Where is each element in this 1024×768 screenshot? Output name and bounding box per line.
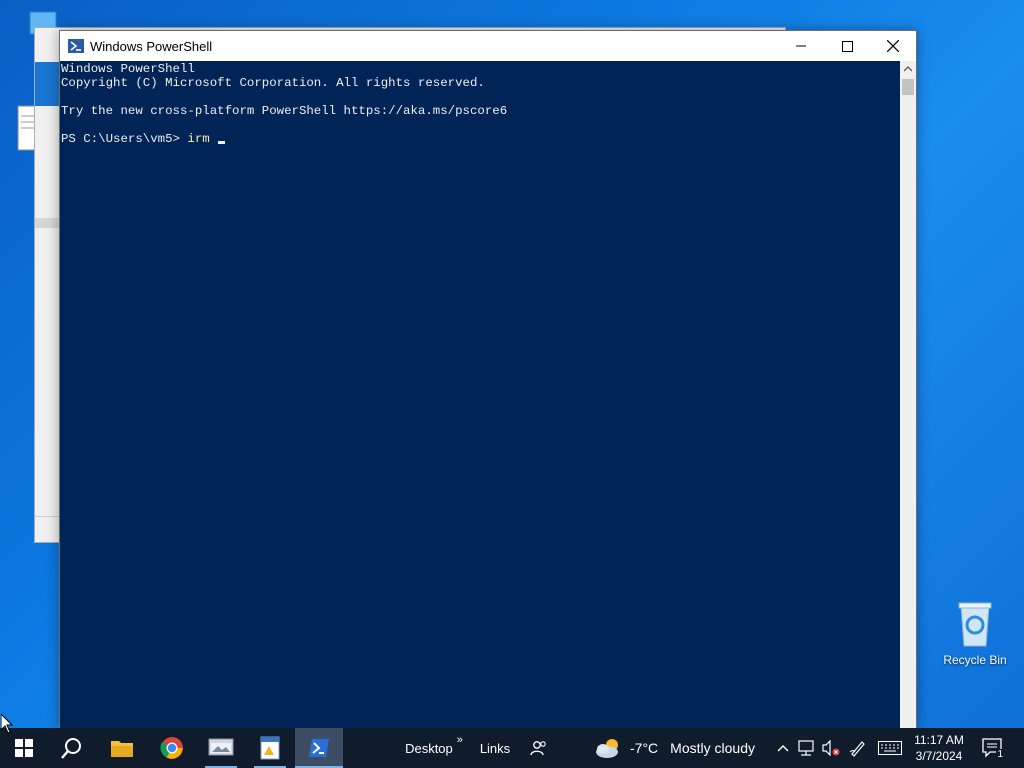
keyboard-icon <box>878 741 902 755</box>
wordpad-icon <box>260 736 280 760</box>
volume-button[interactable] <box>820 728 842 768</box>
action-center-button[interactable]: 1 <box>978 728 1008 768</box>
links-toolbar[interactable]: Links <box>476 728 514 768</box>
taskbar-app-window[interactable] <box>197 728 245 768</box>
vertical-scrollbar[interactable] <box>900 61 916 728</box>
prompt-line[interactable]: PS C:\Users\vm5> irm <box>61 132 901 146</box>
taskbar-powershell[interactable] <box>295 728 343 768</box>
minimize-button[interactable] <box>778 31 824 61</box>
toolbar-chevron-icon[interactable]: » <box>457 734 463 746</box>
search-button[interactable] <box>48 728 96 768</box>
taskbar: Desktop » Links -7°C Mostly cloudy 11:17… <box>0 728 1024 768</box>
folder-icon <box>111 741 133 757</box>
pen-workspace-button[interactable] <box>847 728 869 768</box>
show-hidden-icons-button[interactable] <box>772 728 794 768</box>
mouse-pointer-icon <box>1 714 13 734</box>
chevron-up-icon <box>904 66 912 72</box>
prompt-text: PS C:\Users\vm5> <box>61 132 188 146</box>
text-cursor <box>218 141 226 144</box>
maximize-icon <box>841 40 853 52</box>
cloudy-weather-icon <box>596 739 618 758</box>
console-line: Copyright (C) Microsoft Corporation. All… <box>61 76 485 90</box>
clock[interactable]: 11:17 AM 3/7/2024 <box>906 728 972 768</box>
start-button[interactable] <box>0 728 48 768</box>
scroll-up-button[interactable] <box>900 61 916 77</box>
window-title: Windows PowerShell <box>90 38 213 54</box>
desktop-toolbar-label: Desktop <box>405 740 453 756</box>
volume-muted-icon <box>822 740 840 756</box>
search-icon <box>61 738 81 759</box>
command-text: irm <box>187 132 218 146</box>
close-icon <box>887 40 899 52</box>
notification-count-badge: 1 <box>996 749 1004 760</box>
console-line: Try the new cross-platform PowerShell ht… <box>61 104 508 118</box>
clock-time: 11:17 AM <box>914 733 964 747</box>
taskbar-file-explorer[interactable] <box>98 728 146 768</box>
close-button[interactable] <box>870 31 916 61</box>
desktop-icon-recycle-bin[interactable]: Recycle Bin <box>940 600 1010 667</box>
powershell-window[interactable]: Windows PowerShell Windows PowerShell Cop… <box>59 30 917 728</box>
weather-temperature: -7°C <box>630 740 659 756</box>
pen-icon <box>849 741 865 757</box>
console-line: Windows PowerShell <box>61 62 195 76</box>
links-toolbar-label: Links <box>479 740 511 756</box>
clock-date: 3/7/2024 <box>915 749 963 763</box>
chrome-icon <box>160 737 183 759</box>
taskbar-wordpad[interactable] <box>246 728 294 768</box>
chevron-up-icon <box>777 745 789 752</box>
recycle-bin-icon <box>958 602 992 647</box>
console-output[interactable]: Windows PowerShell Copyright (C) Microsof… <box>60 61 901 728</box>
maximize-button[interactable] <box>824 31 870 61</box>
touch-keyboard-button[interactable] <box>876 728 904 768</box>
background-window-statusbar <box>35 516 61 542</box>
powershell-icon <box>309 739 329 757</box>
app-window-icon <box>208 738 234 756</box>
window-titlebar[interactable]: Windows PowerShell <box>60 31 916 61</box>
windows-logo-icon <box>15 739 33 757</box>
weather-widget[interactable]: -7°C Mostly cloudy <box>594 728 760 768</box>
background-window-divider <box>35 218 61 228</box>
console-line: ​ <box>61 90 901 104</box>
recycle-bin-label: Recycle Bin <box>943 653 1007 667</box>
desktop-toolbar[interactable]: Desktop » <box>404 728 464 768</box>
background-window-ribbon <box>35 62 61 106</box>
people-button[interactable] <box>526 728 552 768</box>
console-line: ​ <box>61 118 901 132</box>
weather-description: Mostly cloudy <box>670 740 755 756</box>
powershell-icon <box>68 39 84 53</box>
network-icon <box>798 740 814 756</box>
notepad-icon <box>17 105 37 151</box>
scroll-thumb[interactable] <box>902 79 914 95</box>
people-icon <box>530 741 546 756</box>
network-button[interactable] <box>796 728 818 768</box>
taskbar-chrome[interactable] <box>148 728 196 768</box>
minimize-icon <box>796 45 806 47</box>
